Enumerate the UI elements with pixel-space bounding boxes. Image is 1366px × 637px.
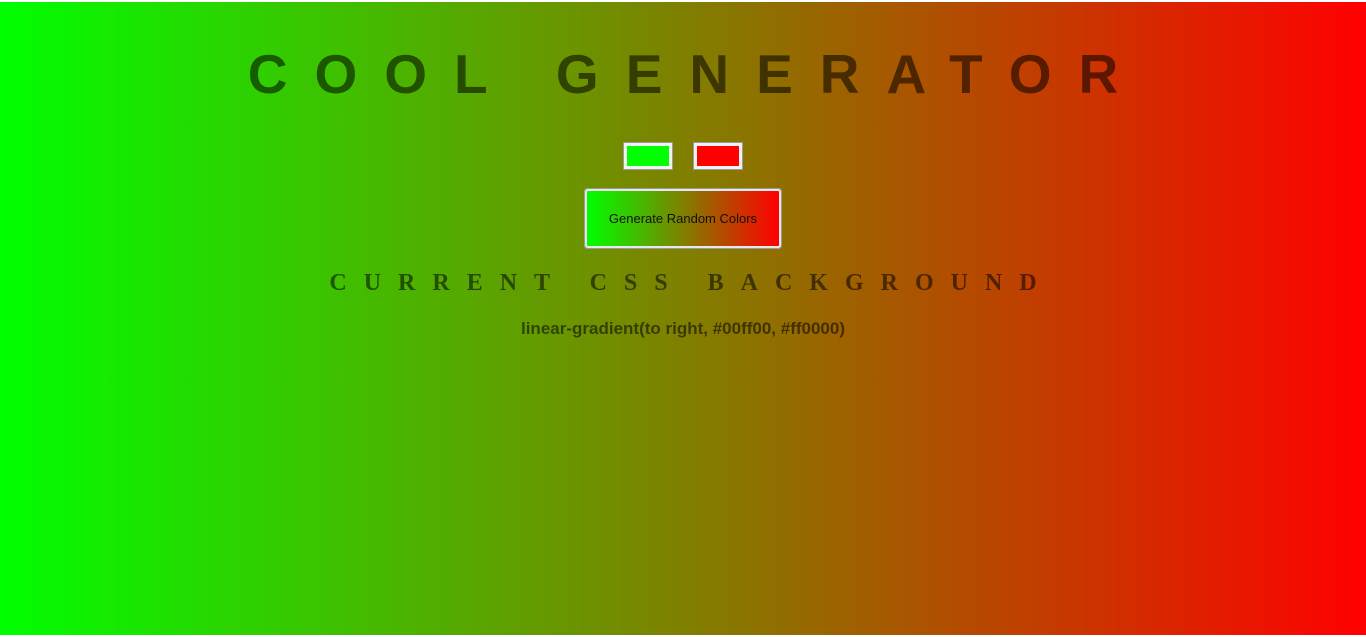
page-title: COOL GENERATOR xyxy=(247,43,1146,105)
current-css-background-heading: CURRENT CSS BACKGROUND xyxy=(329,270,1054,296)
css-background-value: linear-gradient(to right, #00ff00, #ff00… xyxy=(520,319,846,338)
gradient-background: COOL GENERATOR Generate Random Colors CU… xyxy=(0,2,1366,635)
generate-random-colors-button[interactable]: Generate Random Colors xyxy=(584,188,782,249)
color-input-1[interactable] xyxy=(624,143,672,169)
color-input-2[interactable] xyxy=(694,143,742,169)
color-pickers xyxy=(0,143,1366,171)
